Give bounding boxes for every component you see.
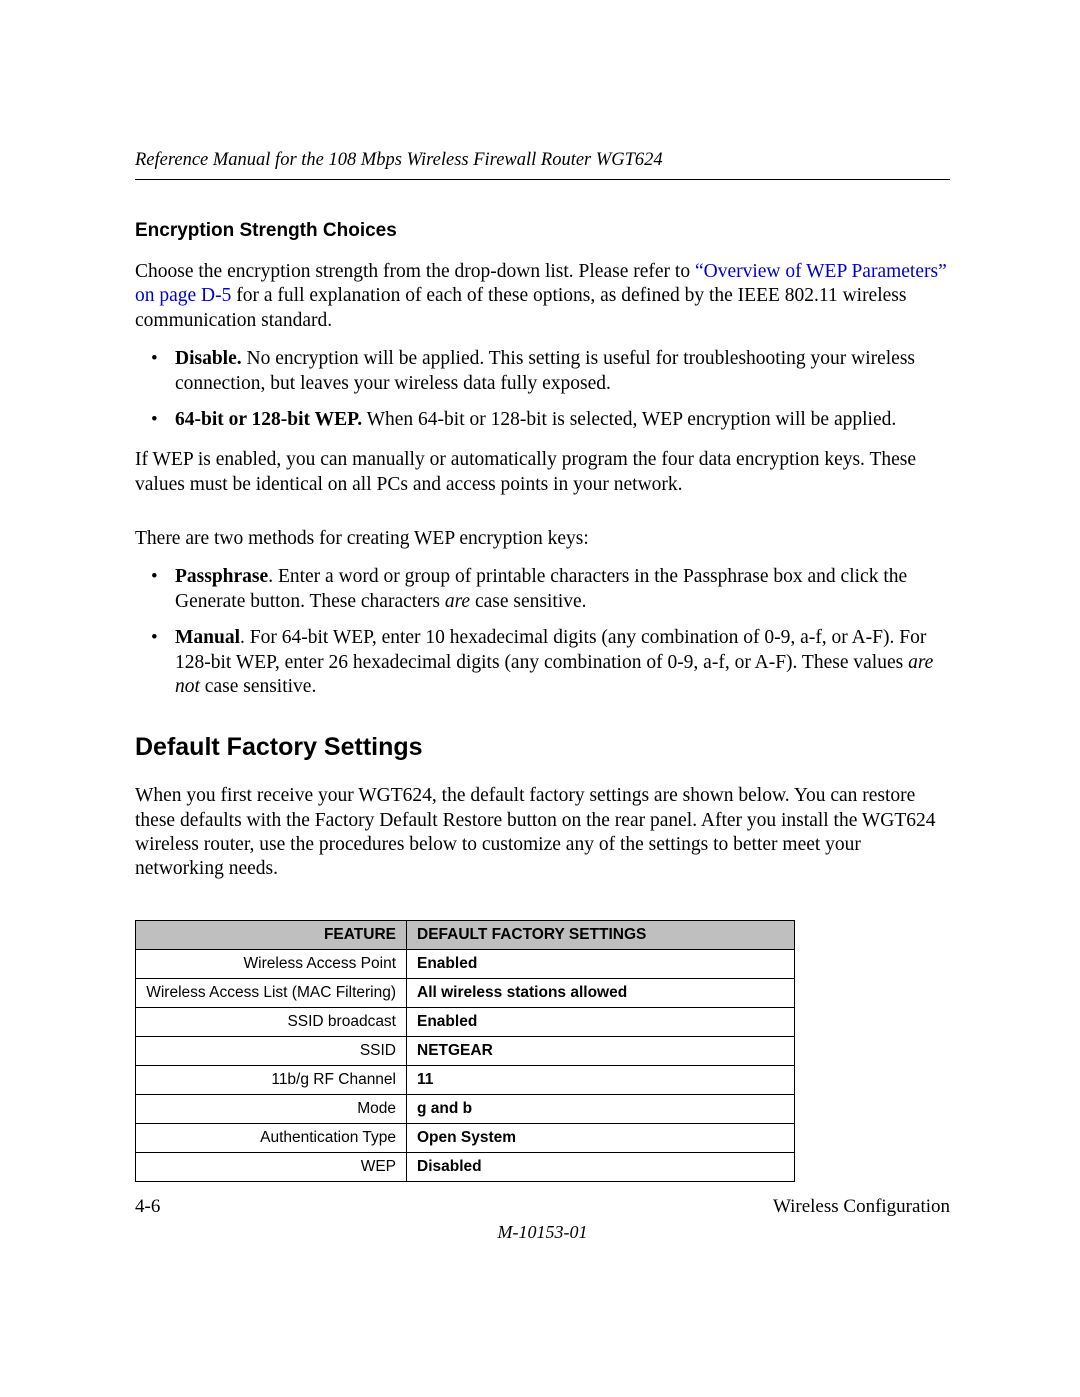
page-number: 4-6 [135, 1196, 160, 1218]
header-rule [135, 179, 950, 180]
encryption-options-list: Disable. No encryption will be applied. … [135, 347, 950, 432]
key-methods-list: Passphrase. Enter a word or group of pri… [135, 565, 950, 699]
value-cell: Enabled [407, 949, 795, 978]
table-row: Modeg and b [136, 1094, 795, 1123]
value-cell: g and b [407, 1094, 795, 1123]
text: Choose the encryption strength from the … [135, 261, 695, 282]
page-content: Reference Manual for the 108 Mbps Wirele… [0, 0, 1080, 1243]
col-header-default: DEFAULT FACTORY SETTINGS [407, 920, 795, 949]
label: Passphrase [175, 566, 268, 587]
text: When 64-bit or 128-bit is selected, WEP … [362, 409, 896, 430]
text: case sensitive. [470, 591, 586, 612]
value-cell: Open System [407, 1123, 795, 1152]
section-name: Wireless Configuration [773, 1196, 950, 1218]
page-footer: 4-6 Wireless Configuration [135, 1196, 950, 1218]
col-header-feature: FEATURE [136, 920, 407, 949]
list-item-passphrase: Passphrase. Enter a word or group of pri… [135, 565, 950, 614]
feature-cell: Wireless Access List (MAC Filtering) [136, 978, 407, 1007]
default-settings-table: FEATURE DEFAULT FACTORY SETTINGS Wireles… [135, 920, 795, 1182]
feature-cell: Wireless Access Point [136, 949, 407, 978]
list-item-disable: Disable. No encryption will be applied. … [135, 347, 950, 396]
two-methods-paragraph: There are two methods for creating WEP e… [135, 527, 950, 551]
feature-cell: Authentication Type [136, 1123, 407, 1152]
label: Disable. [175, 348, 242, 369]
text: case sensitive. [200, 676, 316, 697]
table-body: Wireless Access PointEnabled Wireless Ac… [136, 949, 795, 1181]
table-row: Wireless Access PointEnabled [136, 949, 795, 978]
dfs-paragraph: When you first receive your WGT624, the … [135, 784, 950, 882]
table-row: Wireless Access List (MAC Filtering)All … [136, 978, 795, 1007]
enc-paragraph-1: Choose the encryption strength from the … [135, 260, 950, 333]
document-id: M-10153-01 [135, 1222, 950, 1243]
feature-cell: 11b/g RF Channel [136, 1065, 407, 1094]
feature-cell: SSID [136, 1036, 407, 1065]
default-factory-settings-heading: Default Factory Settings [135, 733, 950, 762]
text: No encryption will be applied. This sett… [175, 348, 915, 393]
wep-enabled-paragraph: If WEP is enabled, you can manually or a… [135, 448, 950, 497]
table-row: Authentication TypeOpen System [136, 1123, 795, 1152]
text: . For 64-bit WEP, enter 10 hexadecimal d… [175, 627, 926, 672]
feature-cell: SSID broadcast [136, 1007, 407, 1036]
feature-cell: Mode [136, 1094, 407, 1123]
value-cell: Enabled [407, 1007, 795, 1036]
table-row: 11b/g RF Channel11 [136, 1065, 795, 1094]
value-cell: NETGEAR [407, 1036, 795, 1065]
encryption-strength-heading: Encryption Strength Choices [135, 220, 950, 242]
table-row: SSIDNETGEAR [136, 1036, 795, 1065]
label: 64-bit or 128-bit WEP. [175, 409, 362, 430]
label: Manual [175, 627, 240, 648]
emphasis: are [445, 591, 470, 612]
list-item-manual: Manual. For 64-bit WEP, enter 10 hexadec… [135, 626, 950, 699]
table-row: SSID broadcastEnabled [136, 1007, 795, 1036]
feature-cell: WEP [136, 1152, 407, 1181]
table-row: WEPDisabled [136, 1152, 795, 1181]
list-item-wep-bits: 64-bit or 128-bit WEP. When 64-bit or 12… [135, 408, 950, 432]
running-header: Reference Manual for the 108 Mbps Wirele… [135, 150, 950, 171]
value-cell: All wireless stations allowed [407, 978, 795, 1007]
table-header-row: FEATURE DEFAULT FACTORY SETTINGS [136, 920, 795, 949]
text: for a full explanation of each of these … [135, 285, 906, 330]
value-cell: Disabled [407, 1152, 795, 1181]
value-cell: 11 [407, 1065, 795, 1094]
